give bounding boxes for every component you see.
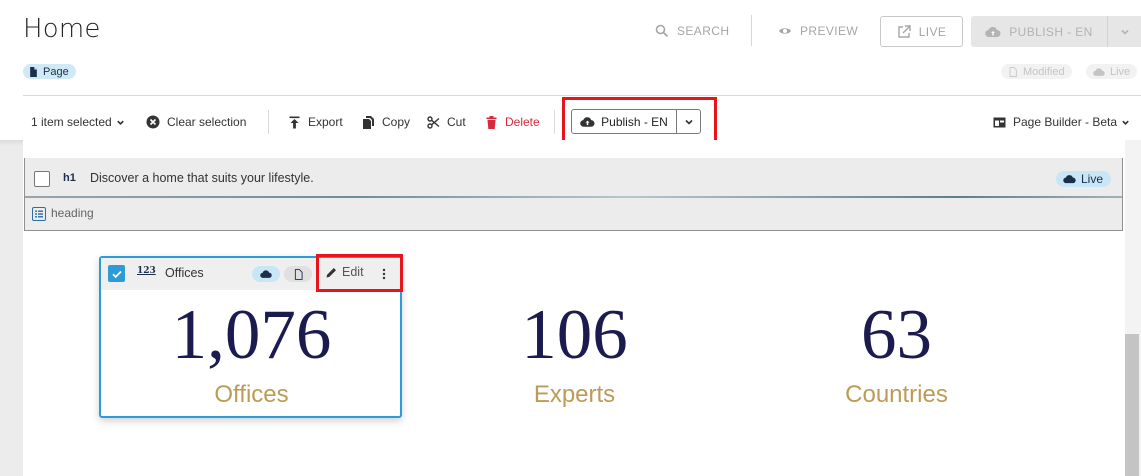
highlight-box-publish bbox=[562, 97, 717, 145]
clear-selection-button[interactable]: Clear selection bbox=[146, 110, 246, 134]
cut-button[interactable]: Cut bbox=[427, 110, 466, 134]
header-divider-line bbox=[23, 95, 1141, 96]
number-component-icon: 123 bbox=[137, 266, 156, 276]
toolbar-divider bbox=[268, 110, 269, 134]
document-icon bbox=[294, 268, 303, 280]
publish-button[interactable]: PUBLISH - EN bbox=[971, 16, 1107, 47]
copy-icon bbox=[363, 115, 374, 129]
live-label: LIVE bbox=[918, 24, 947, 39]
export-button[interactable]: Export bbox=[288, 110, 343, 134]
cut-label: Cut bbox=[447, 115, 466, 129]
search-button[interactable]: SEARCH bbox=[655, 16, 729, 46]
heading-live-badge: Live bbox=[1056, 171, 1112, 187]
page-type-label: Page bbox=[43, 65, 69, 78]
heading-select-checkbox[interactable] bbox=[34, 171, 50, 187]
preview-button[interactable]: PREVIEW bbox=[778, 16, 858, 46]
modified-status-badge: Modified bbox=[1001, 64, 1072, 79]
clear-selection-label: Clear selection bbox=[167, 115, 247, 129]
copy-label: Copy bbox=[382, 115, 411, 129]
export-icon bbox=[289, 116, 300, 128]
layout-icon bbox=[993, 117, 1006, 127]
document-icon bbox=[1009, 66, 1017, 77]
stat-countries-number: 63 bbox=[861, 296, 932, 374]
heading-component[interactable]: h1 Discover a home that suits your lifes… bbox=[24, 158, 1123, 231]
document-icon bbox=[30, 66, 37, 77]
selection-count-label: 1 item selected bbox=[31, 115, 112, 129]
heading-type-label: heading bbox=[51, 206, 94, 220]
cloud-icon bbox=[260, 270, 272, 278]
live-status-badge: Live bbox=[1086, 64, 1138, 79]
heading-component-footer bbox=[25, 198, 1122, 230]
eye-icon bbox=[779, 28, 791, 34]
selection-dropdown[interactable]: 1 item selected bbox=[31, 110, 125, 134]
search-icon bbox=[655, 24, 669, 38]
stat-card-checkbox[interactable] bbox=[108, 265, 125, 282]
header-divider bbox=[751, 15, 752, 46]
stat-experts-number: 106 bbox=[521, 296, 628, 374]
page-title: Home bbox=[23, 14, 101, 44]
page-type-chip: Page bbox=[23, 64, 76, 79]
checkmark-icon bbox=[111, 270, 122, 278]
stat-countries-label: Countries bbox=[845, 381, 948, 408]
chevron-down-icon bbox=[1120, 29, 1129, 35]
live-status-label: Live bbox=[1110, 65, 1131, 78]
highlight-box-edit bbox=[316, 254, 403, 292]
stat-card-draft-badge bbox=[284, 266, 312, 282]
stat-card-live-badge bbox=[252, 266, 280, 282]
heading-text: Discover a home that suits your lifestyl… bbox=[90, 171, 314, 185]
export-label: Export bbox=[308, 115, 343, 129]
cloud-upload-icon bbox=[985, 26, 1001, 37]
preview-label: PREVIEW bbox=[800, 24, 859, 38]
stat-card-name: Offices bbox=[165, 266, 204, 280]
trash-icon bbox=[486, 115, 497, 129]
close-circle-icon bbox=[146, 115, 160, 129]
modified-status-label: Modified bbox=[1023, 65, 1065, 78]
stat-experts-label: Experts bbox=[533, 381, 616, 408]
stat-offices-number: 1,076 bbox=[171, 296, 332, 374]
publish-dropdown-button[interactable] bbox=[1107, 16, 1141, 47]
publish-label: PUBLISH - EN bbox=[1009, 24, 1093, 39]
delete-label: Delete bbox=[505, 115, 540, 129]
cloud-icon bbox=[1063, 175, 1076, 184]
search-label: SEARCH bbox=[677, 24, 730, 38]
live-button[interactable]: LIVE bbox=[880, 16, 963, 47]
chevron-down-icon bbox=[116, 120, 124, 125]
page-editor: Home Page SEARCH PREVIEW LIVE PUBLISH - … bbox=[0, 0, 1141, 476]
toolbar-divider bbox=[554, 110, 555, 134]
cloud-icon bbox=[1093, 67, 1105, 76]
list-icon bbox=[32, 207, 46, 221]
heading-tag: h1 bbox=[63, 172, 76, 184]
chevron-down-icon bbox=[1122, 120, 1129, 125]
delete-button[interactable]: Delete bbox=[485, 110, 540, 134]
scrollbar-thumb[interactable] bbox=[1125, 334, 1139, 476]
copy-button[interactable]: Copy bbox=[362, 110, 410, 134]
scissors-icon bbox=[427, 115, 440, 129]
stat-offices-label: Offices bbox=[214, 381, 289, 408]
page-builder-dropdown[interactable]: Page Builder - Beta bbox=[993, 110, 1130, 134]
external-link-icon bbox=[897, 24, 911, 38]
heading-live-label: Live bbox=[1081, 172, 1104, 186]
page-builder-label: Page Builder - Beta bbox=[1013, 115, 1118, 129]
